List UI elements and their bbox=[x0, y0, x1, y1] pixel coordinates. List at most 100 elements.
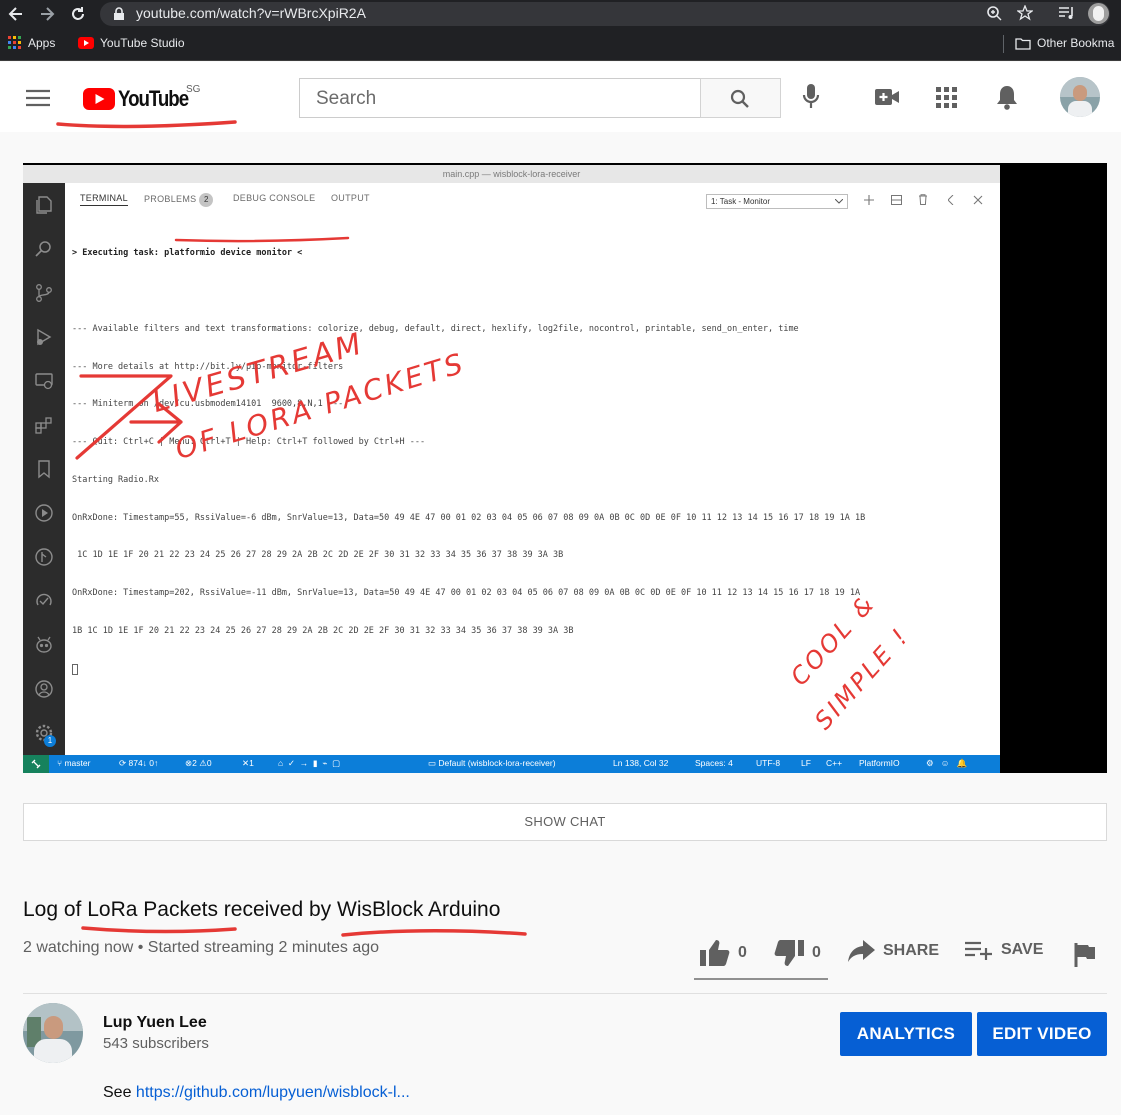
explorer-icon bbox=[36, 196, 52, 214]
search-icon bbox=[35, 241, 51, 257]
save-label: SAVE bbox=[1001, 941, 1044, 958]
youtube-header: YouTube SG Search bbox=[0, 62, 1121, 132]
terminal-line: --- Available filters and text transform… bbox=[72, 323, 799, 334]
like-button[interactable]: 0 bbox=[700, 940, 747, 966]
reload-icon[interactable] bbox=[68, 4, 88, 24]
vscode-status-bar: ⑂ master ⟳ 874↓ 0↑ ⊗2 ⚠0 ✕1 ⌂ ✓ → ▮ ⌁ ▢ … bbox=[23, 755, 1000, 773]
task-select-label: 1: Task - Monitor bbox=[711, 197, 770, 206]
tab-problems-label: PROBLEMS bbox=[144, 194, 197, 204]
share-button[interactable]: SHARE bbox=[848, 940, 939, 962]
description-prefix: See bbox=[103, 1084, 136, 1101]
account-icon bbox=[35, 680, 53, 698]
status-encoding: UTF-8 bbox=[756, 758, 781, 768]
divider bbox=[23, 993, 1107, 994]
create-video-icon[interactable] bbox=[875, 88, 899, 106]
bookmark-divider bbox=[1003, 35, 1004, 53]
video-player[interactable]: main.cpp — wisblock-lora-receiver 1 TERM… bbox=[23, 163, 1107, 773]
search-input[interactable]: Search bbox=[299, 78, 701, 118]
region-label: SG bbox=[186, 84, 201, 95]
avatar[interactable] bbox=[1060, 77, 1100, 117]
description-link[interactable]: https://github.com/lupyuen/wisblock-l... bbox=[136, 1084, 410, 1101]
vscode-window-title: main.cpp — wisblock-lora-receiver bbox=[23, 165, 1000, 183]
search-icon bbox=[730, 89, 749, 108]
bookmark-other[interactable]: Other Bookma bbox=[1015, 36, 1114, 50]
bookmark-apps[interactable]: Apps bbox=[8, 36, 55, 50]
deploy-icon bbox=[35, 548, 53, 566]
status-sync-text: 874↓ 0↑ bbox=[128, 758, 159, 768]
status-spaces: Spaces: 4 bbox=[695, 758, 733, 768]
tab-debug-console: DEBUG CONSOLE bbox=[233, 193, 316, 203]
youtube-studio-icon bbox=[78, 37, 94, 49]
youtube-logo[interactable]: YouTube SG bbox=[83, 84, 233, 112]
remote-icon bbox=[31, 759, 41, 769]
status-feedback-icons: ⚙ ☺ 🔔 bbox=[926, 758, 968, 768]
chevron-left-icon bbox=[948, 195, 954, 205]
zoom-icon[interactable] bbox=[986, 5, 1002, 21]
video-title: Log of LoRa Packets received by WisBlock… bbox=[23, 898, 501, 921]
dislike-button[interactable]: 0 bbox=[774, 940, 821, 966]
url-text[interactable]: youtube.com/watch?v=rWBrcXpiR2A bbox=[136, 5, 366, 21]
save-button[interactable]: SAVE bbox=[965, 940, 1043, 960]
microphone-icon[interactable] bbox=[802, 84, 820, 110]
status-language: C++ bbox=[826, 758, 843, 768]
source-control-icon bbox=[36, 284, 52, 302]
forward-icon[interactable] bbox=[37, 4, 57, 24]
media-control-icon[interactable] bbox=[1058, 5, 1076, 21]
split-terminal-icon bbox=[891, 195, 902, 205]
tab-problems: PROBLEMS 2 bbox=[144, 193, 214, 207]
add-terminal-icon bbox=[864, 195, 874, 205]
dislike-count: 0 bbox=[812, 944, 821, 961]
menu-icon[interactable] bbox=[26, 89, 50, 107]
command-underline-annotation bbox=[174, 236, 350, 243]
problems-badge: 2 bbox=[199, 193, 214, 207]
like-count: 0 bbox=[738, 944, 747, 961]
logo-underline-annotation bbox=[56, 120, 237, 129]
vscode-activity-bar: 1 bbox=[23, 183, 65, 755]
search-button[interactable] bbox=[700, 78, 781, 118]
tab-terminal: TERMINAL bbox=[80, 193, 128, 206]
bookmark-other-label: Other Bookma bbox=[1037, 36, 1115, 50]
folder-icon bbox=[1015, 37, 1031, 50]
thumbs-down-icon bbox=[774, 940, 804, 966]
back-icon[interactable] bbox=[6, 4, 26, 24]
show-chat-button[interactable]: SHOW CHAT bbox=[23, 803, 1107, 841]
title-underline-annotation-2 bbox=[341, 929, 527, 937]
terminal-line: Starting Radio.Rx bbox=[72, 474, 159, 485]
terminal-line: > Executing task: platformio device moni… bbox=[72, 248, 303, 259]
logo-text: YouTube bbox=[118, 86, 189, 111]
status-eol: LF bbox=[801, 758, 811, 768]
bookmark-youtube-studio[interactable]: YouTube Studio bbox=[78, 36, 185, 50]
flag-icon[interactable] bbox=[1074, 943, 1096, 967]
chevron-down-icon bbox=[835, 199, 843, 204]
apps-icon[interactable] bbox=[936, 87, 958, 109]
trash-icon bbox=[919, 194, 927, 205]
lock-icon bbox=[114, 7, 124, 20]
star-icon[interactable] bbox=[1017, 5, 1033, 21]
status-pio-icons: ⌂ ✓ → ▮ ⌁ ▢ bbox=[278, 758, 341, 768]
status-branch: ⑂ master bbox=[57, 758, 91, 768]
bookmark-apps-label: Apps bbox=[28, 36, 56, 50]
status-errors: ⊗2 ⚠0 bbox=[185, 758, 212, 768]
status-branch-text: master bbox=[64, 758, 91, 768]
channel-name[interactable]: Lup Yuen Lee bbox=[103, 1014, 207, 1032]
subscriber-count: 543 subscribers bbox=[103, 1035, 209, 1052]
share-icon bbox=[848, 940, 875, 962]
analytics-button[interactable]: ANALYTICS bbox=[840, 1012, 972, 1056]
platformio-alien-icon bbox=[36, 636, 52, 653]
bookmark-icon bbox=[38, 460, 50, 479]
bookmark-studio-label: YouTube Studio bbox=[100, 36, 185, 50]
notifications-bell-icon[interactable] bbox=[996, 85, 1018, 110]
status-env-text: Default (wisblock-lora-receiver) bbox=[438, 758, 556, 768]
close-icon bbox=[973, 195, 983, 205]
status-env: ▭ Default (wisblock-lora-receiver) bbox=[428, 758, 556, 768]
status-position: Ln 138, Col 32 bbox=[613, 758, 669, 768]
channel-avatar[interactable] bbox=[23, 1003, 83, 1063]
profile-icon[interactable] bbox=[1088, 3, 1109, 24]
tab-output: OUTPUT bbox=[331, 193, 370, 203]
like-dislike-bar bbox=[694, 978, 828, 980]
youtube-play-icon bbox=[83, 88, 115, 110]
run-debug-icon bbox=[37, 328, 52, 346]
edit-video-button[interactable]: EDIT VIDEO bbox=[977, 1012, 1107, 1056]
extensions-icon bbox=[35, 417, 52, 434]
